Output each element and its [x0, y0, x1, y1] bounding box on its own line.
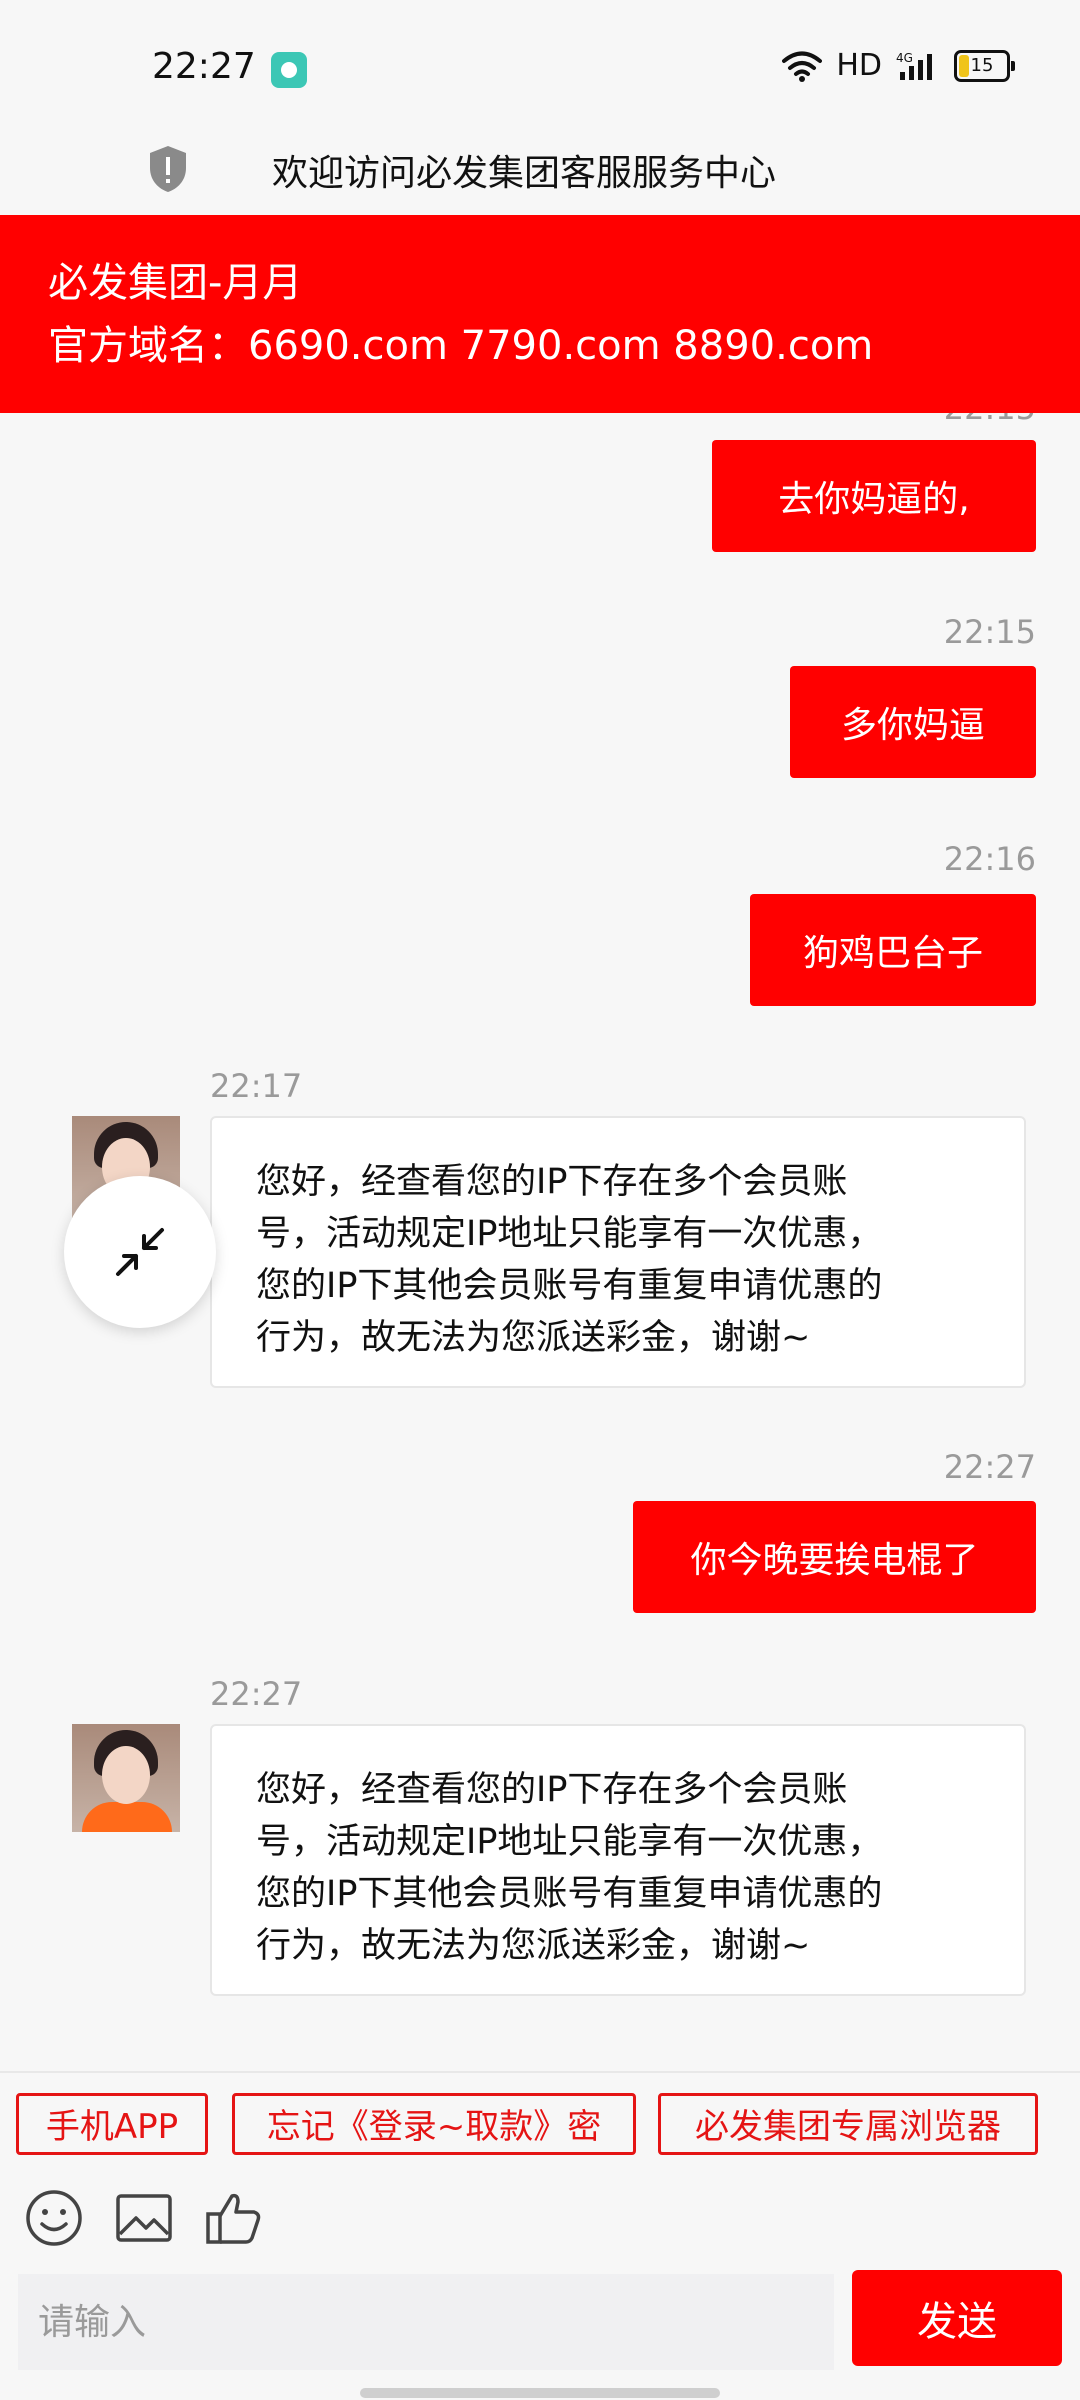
message-line: 您好，经查看您的IP下存在多个会员账	[256, 1770, 848, 1810]
signal-icon: 4G	[896, 51, 932, 80]
message-line: 号，活动规定IP地址只能享有一次优惠，	[256, 1822, 883, 1862]
agent-avatar	[72, 1724, 180, 1832]
composer-toolbar	[0, 2166, 1080, 2266]
message-text: 去你妈逼的,	[778, 479, 970, 520]
page-title: 欢迎访问必发集团客服服务中心	[272, 153, 777, 194]
quick-tag-forgot-password[interactable]: 忘记《登录~取款》密	[232, 2093, 636, 2155]
message-time: 22:17	[210, 1067, 303, 1105]
battery-level: 15	[970, 54, 994, 76]
send-button[interactable]: 发送	[852, 2270, 1062, 2366]
battery-icon: 15	[954, 49, 1015, 82]
message-text: 你今晚要挨电棍了	[690, 1540, 979, 1581]
status-bar: 22:27 HD 4G 15	[0, 0, 1080, 130]
quick-tag-exclusive-browser[interactable]: 必发集团专属浏览器	[658, 2093, 1038, 2155]
message-time: 22:27	[210, 1675, 303, 1713]
message-time: 22:27	[943, 1448, 1036, 1486]
signal-label: 4G	[896, 51, 913, 65]
incoming-message: 您好，经查看您的IP下存在多个会员账 号，活动规定IP地址只能享有一次优惠， 您…	[210, 1724, 1026, 1996]
app-notification-icon	[271, 52, 307, 88]
network-label: HD	[836, 48, 882, 83]
minimize-button[interactable]	[64, 1176, 216, 1328]
status-indicators: HD 4G 15	[782, 48, 1015, 83]
outgoing-message: 多你妈逼	[790, 666, 1036, 778]
page-header: 欢迎访问必发集团客服服务中心	[0, 130, 1080, 215]
message-input[interactable]	[18, 2274, 834, 2370]
message-time: 22:15	[944, 413, 1036, 427]
message-line: 您好，经查看您的IP下存在多个会员账	[256, 1162, 848, 1202]
message-text: 多你妈逼	[840, 705, 985, 746]
emoji-icon[interactable]	[24, 2188, 84, 2248]
message-line: 行为，故无法为您派送彩金，谢谢~	[256, 1926, 811, 1966]
message-line: 行为，故无法为您派送彩金，谢谢~	[256, 1318, 811, 1358]
agent-name: 必发集团-月月	[48, 260, 303, 306]
thumbs-up-icon[interactable]	[204, 2188, 264, 2248]
outgoing-message: 去你妈逼的,	[712, 440, 1036, 552]
official-domains: 官方域名：6690.com 7790.com 8890.com	[48, 323, 874, 369]
composer: 发送	[0, 2266, 1080, 2400]
message-time: 22:16	[943, 840, 1036, 878]
quick-reply-tags: 手机APP 忘记《登录~取款》密 必发集团专属浏览器	[0, 2071, 1080, 2168]
message-line: 您的IP下其他会员账号有重复申请优惠的	[256, 1266, 883, 1306]
status-time: 22:27	[152, 46, 256, 87]
home-indicator[interactable]	[360, 2388, 720, 2398]
wifi-icon	[782, 51, 823, 82]
outgoing-message: 狗鸡巴台子	[750, 894, 1036, 1006]
shield-icon[interactable]	[146, 144, 190, 194]
message-time: 22:15	[943, 613, 1036, 651]
message-text: 狗鸡巴台子	[802, 933, 983, 974]
agent-banner: 必发集团-月月 官方域名：6690.com 7790.com 8890.com	[0, 215, 1080, 413]
quick-tag-mobile-app[interactable]: 手机APP	[16, 2093, 208, 2155]
message-line: 号，活动规定IP地址只能享有一次优惠，	[256, 1214, 883, 1254]
image-icon[interactable]	[114, 2188, 174, 2248]
outgoing-message: 你今晚要挨电棍了	[633, 1501, 1036, 1613]
minimize-icon	[116, 1228, 164, 1276]
incoming-message: 您好，经查看您的IP下存在多个会员账 号，活动规定IP地址只能享有一次优惠， 您…	[210, 1116, 1026, 1388]
message-line: 您的IP下其他会员账号有重复申请优惠的	[256, 1874, 883, 1914]
